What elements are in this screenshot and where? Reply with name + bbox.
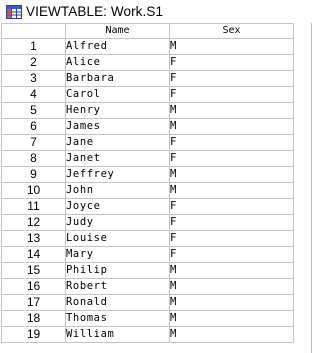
header-row: Name Sex (1, 23, 294, 39)
name-cell[interactable]: Jeffrey (65, 166, 170, 183)
table-row[interactable]: 4 Carol F (1, 86, 294, 103)
table-row[interactable]: 5 Henry M (1, 102, 294, 119)
row-number-cell[interactable]: 17 (1, 294, 66, 311)
row-number-cell[interactable]: 19 (1, 326, 66, 343)
data-table: Name Sex 1 Alfred M 2 Alice F 3 Barbara F 4 Carol F… (1, 23, 294, 343)
table-row[interactable]: 6 James M (1, 118, 294, 135)
sex-cell[interactable]: M (169, 38, 294, 55)
sex-cell[interactable]: F (169, 86, 294, 103)
row-number-cell[interactable]: 16 (1, 278, 66, 295)
table-row[interactable]: 11 Joyce F (1, 198, 294, 215)
name-cell[interactable]: Mary (65, 246, 170, 263)
table-row[interactable]: 7 Jane F (1, 134, 294, 151)
row-number-cell[interactable]: 8 (1, 150, 66, 167)
name-cell[interactable]: Judy (65, 214, 170, 231)
row-number-cell[interactable]: 5 (1, 102, 66, 119)
name-cell[interactable]: John (65, 182, 170, 199)
name-cell[interactable]: Ronald (65, 294, 170, 311)
name-cell[interactable]: Joyce (65, 198, 170, 215)
table-row[interactable]: 15 Philip M (1, 262, 294, 279)
row-number-cell[interactable]: 3 (1, 70, 66, 87)
sex-cell[interactable]: F (169, 70, 294, 87)
data-grid: Name Sex 1 Alfred M 2 Alice F 3 Barbara F 4 Carol F… (1, 23, 311, 353)
row-number-cell[interactable]: 13 (1, 230, 66, 247)
table-row[interactable]: 10 John M (1, 182, 294, 199)
title-bar[interactable]: VIEWTABLE: Work.S1 (0, 0, 312, 23)
sex-cell[interactable]: F (169, 230, 294, 247)
column-header-sex[interactable]: Sex (169, 23, 294, 39)
sex-cell[interactable]: F (169, 246, 294, 263)
table-row[interactable]: 14 Mary F (1, 246, 294, 263)
name-cell[interactable]: Barbara (65, 70, 170, 87)
row-number-cell[interactable]: 4 (1, 86, 66, 103)
sex-cell[interactable]: M (169, 278, 294, 295)
table-row[interactable]: 16 Robert M (1, 278, 294, 295)
sex-cell[interactable]: M (169, 326, 294, 343)
viewtable-window: VIEWTABLE: Work.S1 Name Sex 1 Alfred M 2 Ali… (0, 0, 312, 353)
row-number-cell[interactable]: 10 (1, 182, 66, 199)
sex-cell[interactable]: F (169, 214, 294, 231)
table-row[interactable]: 9 Jeffrey M (1, 166, 294, 183)
name-cell[interactable]: James (65, 118, 170, 135)
table-row[interactable]: 13 Louise F (1, 230, 294, 247)
name-cell[interactable]: Robert (65, 278, 170, 295)
table-body: 1 Alfred M 2 Alice F 3 Barbara F 4 Carol F 5 Henry M 6 J… (1, 38, 294, 343)
table-row[interactable]: 19 William M (1, 326, 294, 343)
sex-cell[interactable]: F (169, 150, 294, 167)
corner-cell[interactable] (1, 23, 66, 39)
name-cell[interactable]: Jane (65, 134, 170, 151)
name-cell[interactable]: Thomas (65, 310, 170, 327)
name-cell[interactable]: Carol (65, 86, 170, 103)
row-number-cell[interactable]: 6 (1, 118, 66, 135)
name-cell[interactable]: Janet (65, 150, 170, 167)
table-row[interactable]: 1 Alfred M (1, 38, 294, 55)
row-number-cell[interactable]: 11 (1, 198, 66, 215)
sex-cell[interactable]: M (169, 166, 294, 183)
row-number-cell[interactable]: 7 (1, 134, 66, 151)
sex-cell[interactable]: M (169, 118, 294, 135)
name-cell[interactable]: Louise (65, 230, 170, 247)
column-header-name[interactable]: Name (65, 23, 170, 39)
sex-cell[interactable]: M (169, 102, 294, 119)
sex-cell[interactable]: M (169, 294, 294, 311)
name-cell[interactable]: Philip (65, 262, 170, 279)
row-number-cell[interactable]: 9 (1, 166, 66, 183)
sex-cell[interactable]: M (169, 182, 294, 199)
name-cell[interactable]: Alfred (65, 38, 170, 55)
viewtable-grid-icon[interactable] (6, 4, 22, 20)
table-row[interactable]: 2 Alice F (1, 54, 294, 71)
row-number-cell[interactable]: 15 (1, 262, 66, 279)
row-number-cell[interactable]: 18 (1, 310, 66, 327)
row-number-cell[interactable]: 1 (1, 38, 66, 55)
window-title: VIEWTABLE: Work.S1 (26, 4, 164, 19)
table-row[interactable]: 3 Barbara F (1, 70, 294, 87)
row-number-cell[interactable]: 12 (1, 214, 66, 231)
sex-cell[interactable]: M (169, 262, 294, 279)
sex-cell[interactable]: F (169, 54, 294, 71)
sex-cell[interactable]: M (169, 310, 294, 327)
table-row[interactable]: 12 Judy F (1, 214, 294, 231)
sex-cell[interactable]: F (169, 198, 294, 215)
table-row[interactable]: 17 Ronald M (1, 294, 294, 311)
name-cell[interactable]: Henry (65, 102, 170, 119)
name-cell[interactable]: William (65, 326, 170, 343)
row-number-cell[interactable]: 2 (1, 54, 66, 71)
sex-cell[interactable]: F (169, 134, 294, 151)
table-row[interactable]: 8 Janet F (1, 150, 294, 167)
table-row[interactable]: 18 Thomas M (1, 310, 294, 327)
row-number-cell[interactable]: 14 (1, 246, 66, 263)
name-cell[interactable]: Alice (65, 54, 170, 71)
